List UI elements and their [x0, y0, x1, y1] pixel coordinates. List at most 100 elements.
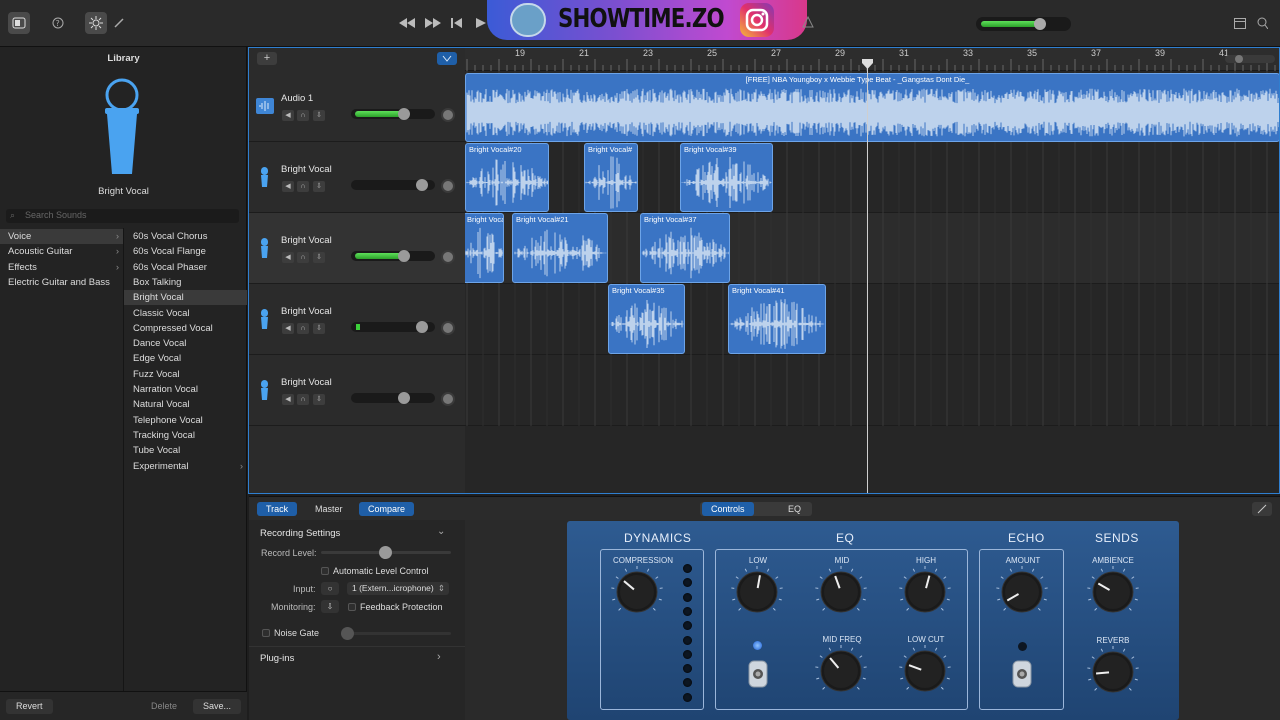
- sound-item[interactable]: Experimental ›: [124, 459, 247, 474]
- collapse-chevron-icon[interactable]: ⌄: [437, 526, 445, 537]
- reverb-knob[interactable]: [1087, 646, 1139, 696]
- vocal-region[interactable]: Bright Vocal#37: [640, 213, 730, 283]
- track-header[interactable]: Bright Vocal ◀ ∩ ⇩: [249, 142, 465, 213]
- help-icon[interactable]: ?: [47, 12, 69, 34]
- input-select[interactable]: 1 (Extern...icrophone) ⇕: [347, 582, 449, 595]
- search-field[interactable]: ⌕ Search Sounds: [6, 209, 239, 223]
- track-name[interactable]: Bright Vocal: [281, 235, 332, 246]
- sound-item[interactable]: 60s Vocal Phaser: [124, 260, 247, 275]
- audio-region[interactable]: [FREE] NBA Youngboy x Webbie Type Beat -…: [465, 73, 1280, 142]
- mute-icon[interactable]: ◀: [282, 181, 294, 192]
- notepad-icon[interactable]: [1229, 12, 1251, 34]
- record-enable-icon[interactable]: ⇩: [313, 323, 325, 334]
- compression-knob[interactable]: [611, 566, 663, 616]
- sound-item[interactable]: Edge Vocal: [124, 351, 247, 366]
- save-button[interactable]: Save...: [193, 699, 242, 714]
- record-enable-icon[interactable]: ⇩: [313, 181, 325, 192]
- tab-eq[interactable]: EQ: [779, 502, 810, 516]
- inspector-icon[interactable]: [1252, 502, 1272, 516]
- headphones-icon[interactable]: ∩: [297, 110, 309, 121]
- library-icon[interactable]: [8, 12, 30, 34]
- feedback-protection-checkbox[interactable]: [348, 603, 356, 611]
- pan-knob[interactable]: [441, 250, 455, 264]
- sound-item[interactable]: Classic Vocal: [124, 306, 247, 321]
- pan-knob[interactable]: [441, 108, 455, 122]
- sound-item[interactable]: 60s Vocal Chorus: [124, 229, 247, 244]
- tab-controls[interactable]: Controls: [702, 502, 754, 516]
- sound-item[interactable]: Narration Vocal: [124, 382, 247, 397]
- track-volume-slider[interactable]: [351, 392, 435, 404]
- pan-knob[interactable]: [441, 321, 455, 335]
- headphones-icon[interactable]: ∩: [297, 252, 309, 263]
- track-lane[interactable]: [465, 284, 1280, 355]
- compare-button[interactable]: Compare: [359, 502, 415, 516]
- echo-toggle-switch[interactable]: [1011, 659, 1033, 689]
- vocal-region[interactable]: Bright Vocal#1: [465, 213, 504, 283]
- track-volume-slider[interactable]: [351, 250, 435, 262]
- sound-item[interactable]: Fuzz Vocal: [124, 367, 247, 382]
- sound-item[interactable]: Telephone Vocal: [124, 413, 247, 428]
- revert-button[interactable]: Revert: [6, 699, 53, 714]
- mute-icon[interactable]: ◀: [282, 110, 294, 121]
- low-eq-knob[interactable]: [731, 566, 783, 616]
- delete-button[interactable]: Delete: [141, 699, 187, 714]
- track-volume-slider[interactable]: [351, 108, 435, 120]
- auto-level-checkbox[interactable]: [321, 567, 329, 575]
- track-header[interactable]: Bright Vocal ◀ ∩ ⇩: [249, 213, 465, 284]
- category-item[interactable]: Voice ›: [0, 229, 123, 244]
- track-lane[interactable]: [465, 355, 1280, 426]
- vocal-region[interactable]: Bright Vocal#20: [465, 143, 549, 212]
- zoom-slider[interactable]: [1225, 55, 1275, 63]
- mute-icon[interactable]: ◀: [282, 252, 294, 263]
- sound-item[interactable]: Natural Vocal: [124, 397, 247, 412]
- sound-item[interactable]: Tube Vocal: [124, 443, 247, 458]
- track-name[interactable]: Bright Vocal: [281, 306, 332, 317]
- noise-gate-slider[interactable]: [341, 627, 451, 640]
- record-enable-icon[interactable]: ⇩: [313, 110, 325, 121]
- track-name[interactable]: Bright Vocal: [281, 377, 332, 388]
- sound-item[interactable]: Box Talking: [124, 275, 247, 290]
- track-header[interactable]: Bright Vocal ◀ ∩ ⇩: [249, 355, 465, 426]
- headphones-icon[interactable]: ∩: [297, 181, 309, 192]
- track-name[interactable]: Audio 1: [281, 93, 313, 104]
- track-header[interactable]: Bright Vocal ◀ ∩ ⇩: [249, 284, 465, 355]
- mid-eq-knob[interactable]: [815, 566, 867, 616]
- rewind-icon[interactable]: [396, 12, 418, 34]
- high-eq-knob[interactable]: [899, 566, 951, 616]
- vocal-region[interactable]: Bright Vocal#39: [680, 143, 773, 212]
- fast-forward-icon[interactable]: [422, 12, 444, 34]
- master-volume-slider[interactable]: [976, 17, 1071, 31]
- smart-controls-icon[interactable]: [85, 12, 107, 34]
- mute-icon[interactable]: ◀: [282, 394, 294, 405]
- loop-browser-icon[interactable]: [1251, 12, 1273, 34]
- track-name[interactable]: Bright Vocal: [281, 164, 332, 175]
- sound-item[interactable]: Tracking Vocal: [124, 428, 247, 443]
- plugins-chevron-icon[interactable]: ›: [437, 651, 441, 663]
- vocal-region[interactable]: Bright Vocal#: [584, 143, 638, 212]
- playhead-handle[interactable]: [862, 59, 873, 69]
- tracks-area[interactable]: 19 21 23 25 27 29 31 33 35 37 39 41 [FREE] NBA Youn…: [465, 47, 1280, 493]
- category-item[interactable]: Acoustic Guitar ›: [0, 244, 123, 259]
- tuner-icon[interactable]: [802, 16, 814, 28]
- go-to-start-icon[interactable]: [446, 12, 468, 34]
- vocal-region[interactable]: Bright Vocal#21: [512, 213, 608, 283]
- track-header[interactable]: Audio 1 ◀ ∩ ⇩: [249, 71, 465, 142]
- tab-track[interactable]: Track: [257, 502, 298, 516]
- pan-knob[interactable]: [441, 392, 455, 406]
- track-volume-slider[interactable]: [351, 321, 435, 333]
- low-cut-knob[interactable]: [899, 645, 951, 695]
- sound-item[interactable]: Bright Vocal: [124, 290, 247, 306]
- headphones-icon[interactable]: ∩: [297, 394, 309, 405]
- editors-icon[interactable]: [108, 12, 130, 34]
- headphones-icon[interactable]: ∩: [297, 323, 309, 334]
- record-level-slider[interactable]: [321, 546, 451, 559]
- record-enable-icon[interactable]: ⇩: [313, 252, 325, 263]
- mute-icon[interactable]: ◀: [282, 323, 294, 334]
- echo-amount-knob[interactable]: [996, 566, 1048, 616]
- mid-freq-knob[interactable]: [815, 645, 867, 695]
- sound-item[interactable]: Compressed Vocal: [124, 321, 247, 336]
- vocal-region[interactable]: Bright Vocal#35: [608, 284, 685, 354]
- ambience-knob[interactable]: [1087, 566, 1139, 616]
- sound-item[interactable]: Dance Vocal: [124, 336, 247, 351]
- add-track-button[interactable]: +: [257, 52, 277, 65]
